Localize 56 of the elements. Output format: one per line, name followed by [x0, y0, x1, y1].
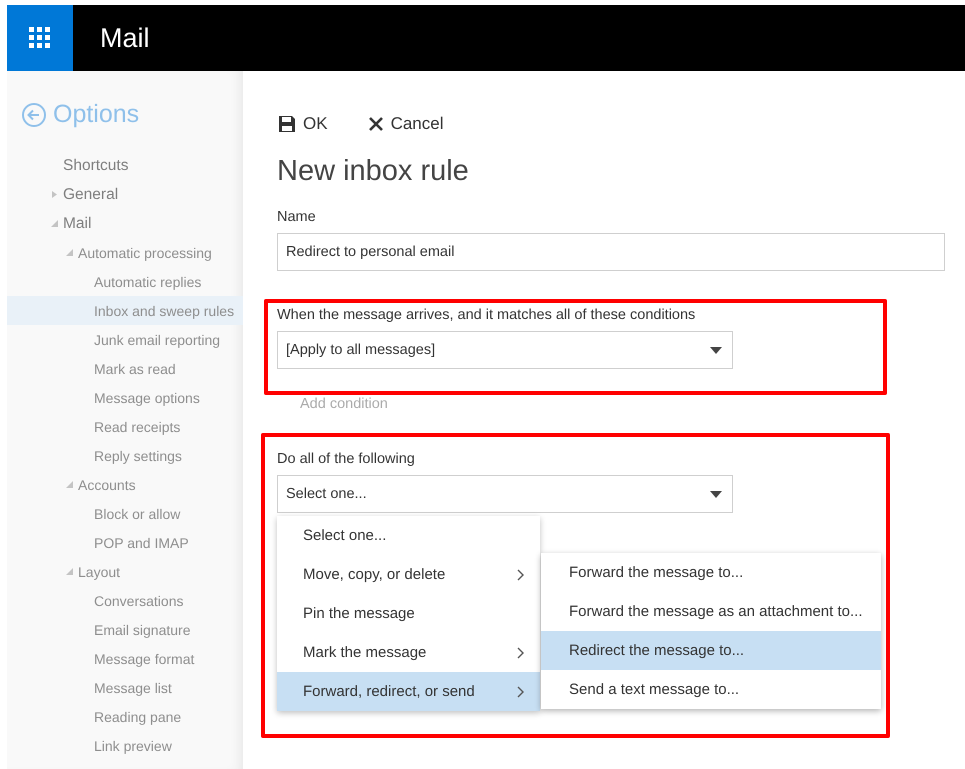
menu-item[interactable]: Forward the message to...	[541, 553, 881, 592]
dropdown-arrow-icon	[710, 490, 722, 498]
menu-item[interactable]: Mark the message	[277, 633, 540, 672]
menu-item[interactable]: Select one...	[277, 516, 540, 555]
menu-item[interactable]: Redirect the message to...	[541, 631, 881, 670]
grid-icon	[29, 27, 51, 49]
chevron-right-icon	[517, 686, 524, 698]
conditions-dropdown[interactable]: [Apply to all messages]	[277, 331, 733, 369]
save-icon	[278, 115, 296, 133]
menu-item[interactable]: Forward, redirect, or send	[277, 672, 540, 711]
name-field[interactable]: Redirect to personal email	[277, 233, 945, 271]
sidebar-item[interactable]: POP and IMAP	[7, 528, 243, 557]
ok-button[interactable]: OK	[278, 112, 328, 136]
sidebar-item[interactable]: Accounts	[7, 470, 243, 499]
chevron-right-icon	[517, 646, 524, 658]
sidebar-item[interactable]: Junk email reporting	[7, 325, 243, 354]
app-launcher-button[interactable]	[7, 5, 73, 71]
sidebar-item[interactable]: Message format	[7, 644, 243, 673]
field-label: When the message arrives, and it matches all of these conditions	[277, 307, 696, 323]
sidebar-item[interactable]: Reading pane	[7, 702, 243, 731]
actions-dropdown[interactable]: Select one...	[277, 475, 733, 513]
expanded-triangle-icon	[66, 249, 73, 256]
sidebar-item[interactable]: Reply settings	[7, 441, 243, 470]
sidebar-item[interactable]: Inbox and sweep rules	[7, 296, 243, 325]
sidebar-item[interactable]: Automatic processing	[7, 238, 243, 267]
expanded-triangle-icon	[66, 568, 73, 575]
expanded-triangle-icon	[51, 220, 58, 227]
sidebar-item[interactable]: Link preview	[7, 731, 243, 760]
sidebar-item[interactable]: Mail	[7, 209, 243, 238]
sidebar-item[interactable]: Message options	[7, 383, 243, 412]
app-title: Mail	[100, 22, 150, 54]
expanded-triangle-icon	[66, 481, 73, 488]
sidebar-item[interactable]: Email signature	[7, 615, 243, 644]
collapsed-triangle-icon	[51, 191, 58, 198]
sidebar-item[interactable]: Shortcuts	[7, 151, 243, 180]
sidebar-item[interactable]: Mark as read	[7, 354, 243, 383]
sidebar-item[interactable]: General	[7, 180, 243, 209]
dropdown-arrow-icon	[710, 346, 722, 354]
field-label: Do all of the following	[277, 451, 416, 467]
options-title: Options	[53, 100, 140, 129]
field-label: Name	[277, 209, 317, 225]
menu-item[interactable]: Send a text message to...	[541, 670, 881, 709]
close-icon	[368, 116, 384, 132]
sidebar-item[interactable]: Block or allow	[7, 499, 243, 528]
sidebar-item[interactable]: Message list	[7, 673, 243, 702]
add-condition-link[interactable]: Add condition	[300, 396, 388, 412]
menu-item[interactable]: Pin the message	[277, 594, 540, 633]
sidebar-item[interactable]: Read receipts	[7, 412, 243, 441]
sidebar-item[interactable]: Conversations	[7, 586, 243, 615]
menu-item[interactable]: Forward the message as an attachment to...	[541, 592, 881, 631]
sidebar-item[interactable]: Layout	[7, 557, 243, 586]
chevron-right-icon	[517, 568, 524, 580]
menu-item[interactable]: Move, copy, or delete	[277, 555, 540, 594]
cancel-button[interactable]: Cancel	[368, 112, 444, 136]
sidebar-item[interactable]: Automatic replies	[7, 267, 243, 296]
page-heading: New inbox rule	[277, 155, 470, 188]
